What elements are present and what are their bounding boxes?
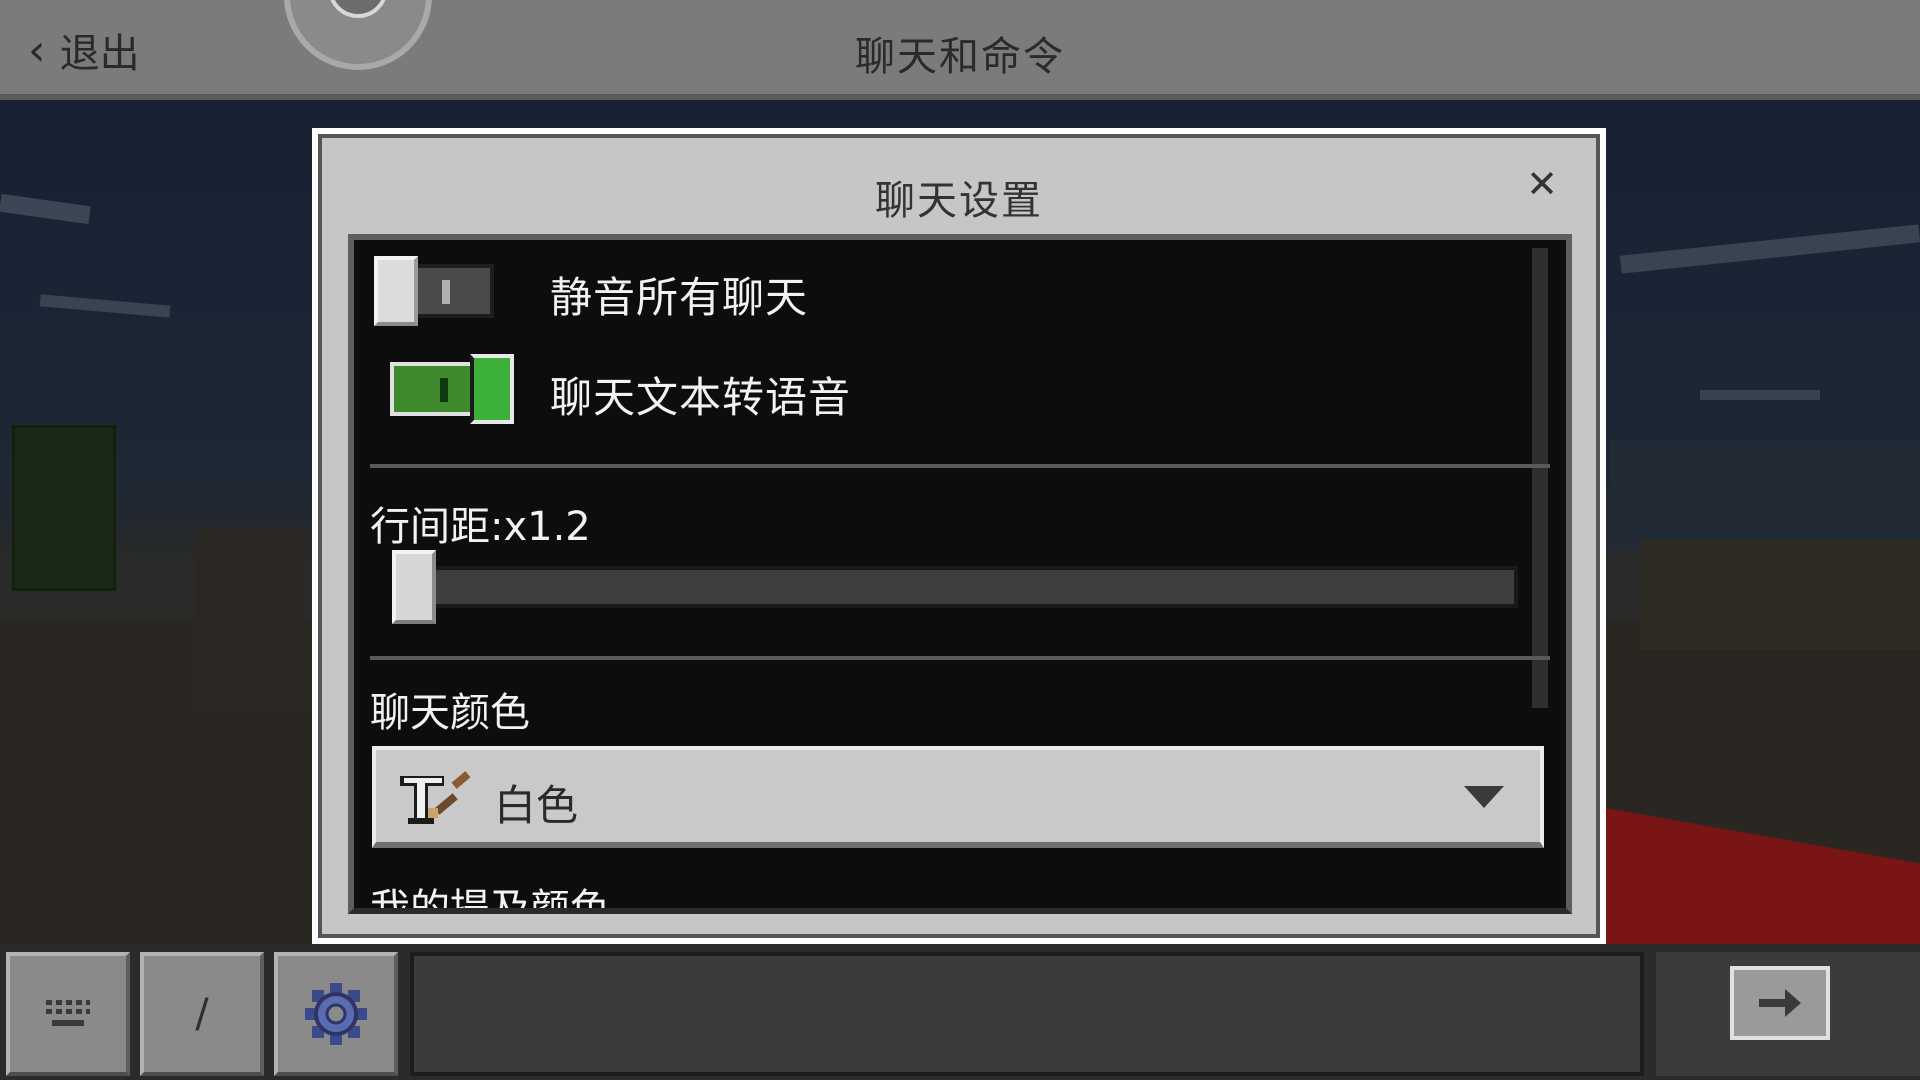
cloud	[1619, 224, 1920, 274]
text-brush-icon	[400, 771, 471, 824]
settings-button[interactable]	[274, 952, 398, 1076]
chat-settings-dialog: 聊天设置 ✕ 静音所有聊天 聊天文本转语音 行间距:x1.2 聊天颜色 白色 我…	[312, 128, 1606, 944]
terrain-block	[195, 530, 305, 710]
microphone-icon	[328, 0, 388, 18]
scrollbar[interactable]	[1532, 248, 1548, 708]
chat-input[interactable]	[410, 952, 1644, 1076]
cloud	[0, 193, 91, 225]
tts-label: 聊天文本转语音	[550, 373, 852, 422]
mention-color-label: 我的提及颜色	[370, 886, 610, 914]
keyboard-button[interactable]	[6, 952, 130, 1076]
slider-handle[interactable]	[392, 550, 436, 624]
chat-color-value: 白色	[494, 781, 579, 830]
bottom-bar: /	[0, 944, 1920, 1080]
page-title: 聊天和命令	[855, 34, 1065, 80]
keyboard-icon	[46, 1000, 90, 1026]
terrain-block	[1610, 440, 1920, 550]
toggle-notch	[440, 378, 448, 402]
toggle-knob	[374, 256, 418, 326]
line-spacing-label: 行间距:x1.2	[370, 504, 591, 550]
terrain-block	[1640, 540, 1920, 650]
divider	[370, 656, 1550, 660]
settings-panel: 静音所有聊天 聊天文本转语音 行间距:x1.2 聊天颜色 白色 我的提及颜色	[348, 234, 1572, 914]
tts-toggle[interactable]	[390, 354, 514, 424]
dialog-title: 聊天设置	[875, 178, 1043, 224]
top-bar: ‹ 退出 聊天和命令	[0, 0, 1920, 100]
line-spacing-slider[interactable]	[398, 566, 1518, 608]
send-arrow-icon	[1759, 989, 1801, 1017]
cactus-block	[12, 425, 116, 591]
send-area	[1656, 952, 1920, 1076]
toggle-knob	[470, 354, 514, 424]
cloud	[39, 294, 171, 318]
chat-color-dropdown[interactable]: 白色	[372, 746, 1544, 848]
mute-all-label: 静音所有聊天	[550, 273, 809, 322]
gear-icon	[305, 983, 367, 1045]
cloud	[1700, 390, 1820, 400]
divider	[370, 464, 1550, 468]
slash-command-button[interactable]: /	[140, 952, 264, 1076]
toggle-notch	[442, 280, 450, 304]
chevron-down-icon	[1464, 786, 1504, 808]
close-icon[interactable]: ✕	[1522, 164, 1562, 204]
mute-all-toggle[interactable]	[374, 256, 498, 326]
send-button[interactable]	[1730, 966, 1830, 1040]
chat-color-label: 聊天颜色	[370, 690, 530, 736]
